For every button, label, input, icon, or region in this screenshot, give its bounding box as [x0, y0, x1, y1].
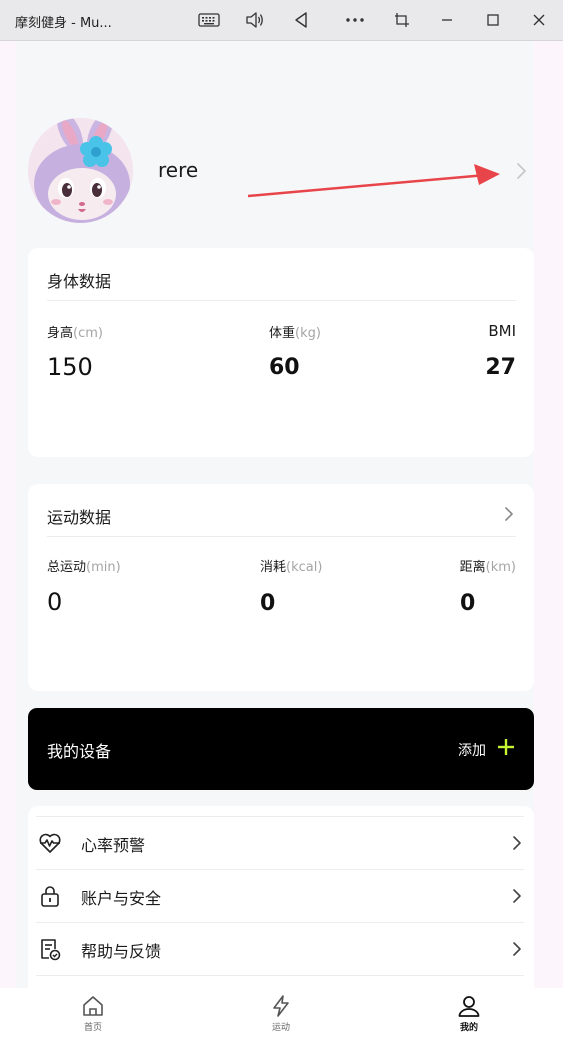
tab-label: 运动 [271, 1023, 290, 1033]
stat-value-total-exercise: 0 [47, 588, 63, 616]
avatar[interactable] [28, 118, 133, 223]
my-devices-title: 我的设备 [47, 742, 112, 761]
lock-icon [41, 886, 59, 907]
volume-icon[interactable] [242, 8, 268, 32]
feedback-icon [41, 939, 61, 961]
divider [47, 536, 516, 537]
stat-label-height: 身高(cm) [47, 326, 103, 341]
stat-label-distance: 距离(km) [459, 560, 516, 575]
body-data-card: 身体数据 身高(cm) 150 体重(kg) 60 BMI 27 [28, 248, 534, 457]
tab-label: 我的 [459, 1023, 478, 1033]
my-devices-card[interactable]: 我的设备 添加 [28, 708, 534, 790]
red-arrow-annotation [247, 164, 500, 198]
stat-value-bmi: 27 [485, 355, 516, 380]
chevron-right-icon [513, 889, 521, 903]
stat-value-height: 150 [47, 353, 93, 381]
stat-label-bmi: BMI [488, 322, 516, 340]
plus-icon[interactable] [497, 738, 515, 756]
chevron-right-icon [513, 942, 521, 956]
menu-item-heart-rate-alert[interactable]: 心率预警 [36, 816, 524, 869]
username[interactable]: rere [158, 158, 198, 182]
mine-page: rere 身体数据 身高(cm) 150 体重(kg) 60 BMI 27 运动… [16, 41, 534, 988]
chevron-right-icon[interactable] [504, 506, 514, 522]
more-icon[interactable] [342, 8, 368, 32]
sport-data-title: 运动数据 [47, 508, 112, 527]
sport-data-card[interactable]: 运动数据 总运动(min) 0 消耗(kcal) 0 距离(km) 0 [28, 484, 534, 691]
bottom-tab-bar: 首页 运动 我的 [0, 988, 563, 1040]
tab-sports[interactable]: 运动 [251, 994, 311, 1038]
menu-item-account-security[interactable]: 账户与安全 [36, 869, 524, 922]
add-device-label[interactable]: 添加 [458, 740, 486, 760]
chevron-right-icon [513, 836, 521, 850]
menu-label: 心率预警 [81, 836, 146, 855]
back-icon[interactable] [288, 8, 314, 32]
stat-label-weight: 体重(kg) [269, 326, 321, 341]
tab-mine[interactable]: 我的 [439, 994, 499, 1038]
home-icon [83, 996, 103, 1016]
stat-label-total-exercise: 总运动(min) [47, 560, 121, 575]
keyboard-icon[interactable] [196, 8, 222, 32]
stat-value-weight: 60 [269, 355, 300, 380]
lightning-icon [273, 995, 289, 1017]
tab-label: 首页 [83, 1023, 102, 1033]
settings-menu: 心率预警 账户与安全 帮助与反馈 [28, 806, 534, 988]
window-title: 摩刻健身 - Mu... [15, 16, 112, 31]
divider [47, 300, 516, 301]
stat-value-calories: 0 [260, 591, 276, 616]
body-data-title: 身体数据 [47, 272, 112, 291]
tab-home[interactable]: 首页 [63, 994, 123, 1038]
menu-label: 账户与安全 [81, 889, 162, 908]
stat-value-distance: 0 [460, 591, 476, 616]
user-icon [458, 996, 480, 1017]
minimize-icon[interactable] [434, 8, 460, 32]
maximize-icon[interactable] [480, 8, 506, 32]
menu-item-help-feedback[interactable]: 帮助与反馈 [36, 922, 524, 976]
screenshot-icon[interactable] [389, 8, 415, 32]
close-icon[interactable] [526, 8, 552, 32]
stat-label-calories: 消耗(kcal) [260, 560, 323, 575]
menu-label: 帮助与反馈 [81, 942, 162, 961]
window-titlebar: 摩刻健身 - Mu... [0, 0, 563, 41]
heart-rate-icon [39, 833, 61, 853]
